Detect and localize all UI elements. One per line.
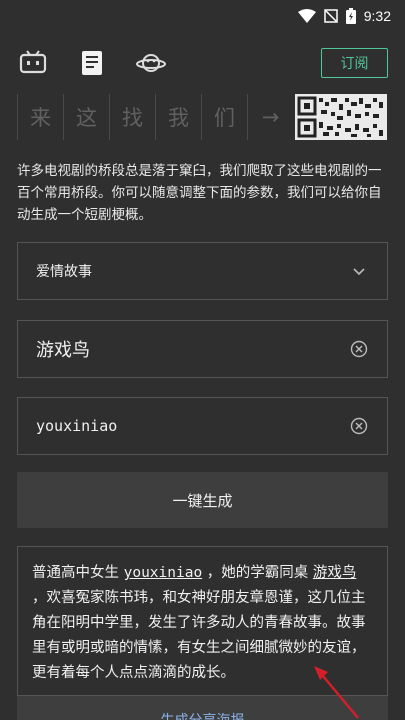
- result-name-a: youxiniao: [123, 565, 203, 581]
- name-input-1[interactable]: 游戏鸟: [17, 320, 388, 378]
- share-poster-button[interactable]: 生成分享海报: [17, 696, 388, 720]
- result-part: ，她的学霸同桌: [202, 565, 313, 581]
- banner-char: 来: [17, 94, 63, 140]
- result-part: ，欢喜冤家陈书玮，和女神好朋友章恩谨，这几位主角在阳明中学里，发生了许多动人的青…: [32, 590, 366, 681]
- banner-char: 们: [201, 94, 247, 140]
- planet-icon[interactable]: [136, 48, 166, 78]
- qr-code-image: [295, 94, 387, 140]
- wifi-icon: [297, 9, 316, 23]
- generate-button[interactable]: 一键生成: [17, 472, 388, 528]
- name-input-2-value: youxiniao: [36, 417, 118, 435]
- name-input-1-value: 游戏鸟: [36, 340, 90, 361]
- name-input-2[interactable]: youxiniao: [17, 397, 388, 455]
- book-icon[interactable]: [77, 48, 107, 78]
- genre-select-value: 爱情故事: [36, 264, 92, 280]
- result-part: 普通高中女生: [32, 565, 124, 581]
- result-name-b: 游戏鸟: [312, 565, 357, 581]
- status-bar: 9:32: [0, 0, 405, 32]
- banner-char: →: [247, 94, 293, 140]
- clear-icon[interactable]: [349, 339, 369, 359]
- status-time: 9:32: [363, 8, 391, 24]
- banner-char: 这: [63, 94, 109, 140]
- result-text: 普通高中女生 youxiniao ，她的学霸同桌 游戏鸟 ，欢喜冤家陈书玮，和女…: [17, 546, 388, 696]
- clear-icon[interactable]: [349, 416, 369, 436]
- battery-icon: [345, 8, 356, 24]
- tv-icon[interactable]: [18, 48, 48, 78]
- description-text: 许多电视剧的桥段总是落于窠臼，我们爬取了这些电视剧的一百个常用桥段。你可以随意调…: [17, 163, 382, 223]
- toolbar: 订阅: [0, 40, 405, 88]
- chevron-down-icon: [349, 261, 369, 281]
- no-signal-icon: [324, 9, 338, 23]
- banner-char: 找: [109, 94, 155, 140]
- subscribe-button[interactable]: 订阅: [321, 48, 388, 78]
- genre-select[interactable]: 爱情故事: [17, 242, 388, 300]
- banner-char: 我: [155, 94, 201, 140]
- banner[interactable]: 来 这 找 我 们 →: [17, 94, 388, 140]
